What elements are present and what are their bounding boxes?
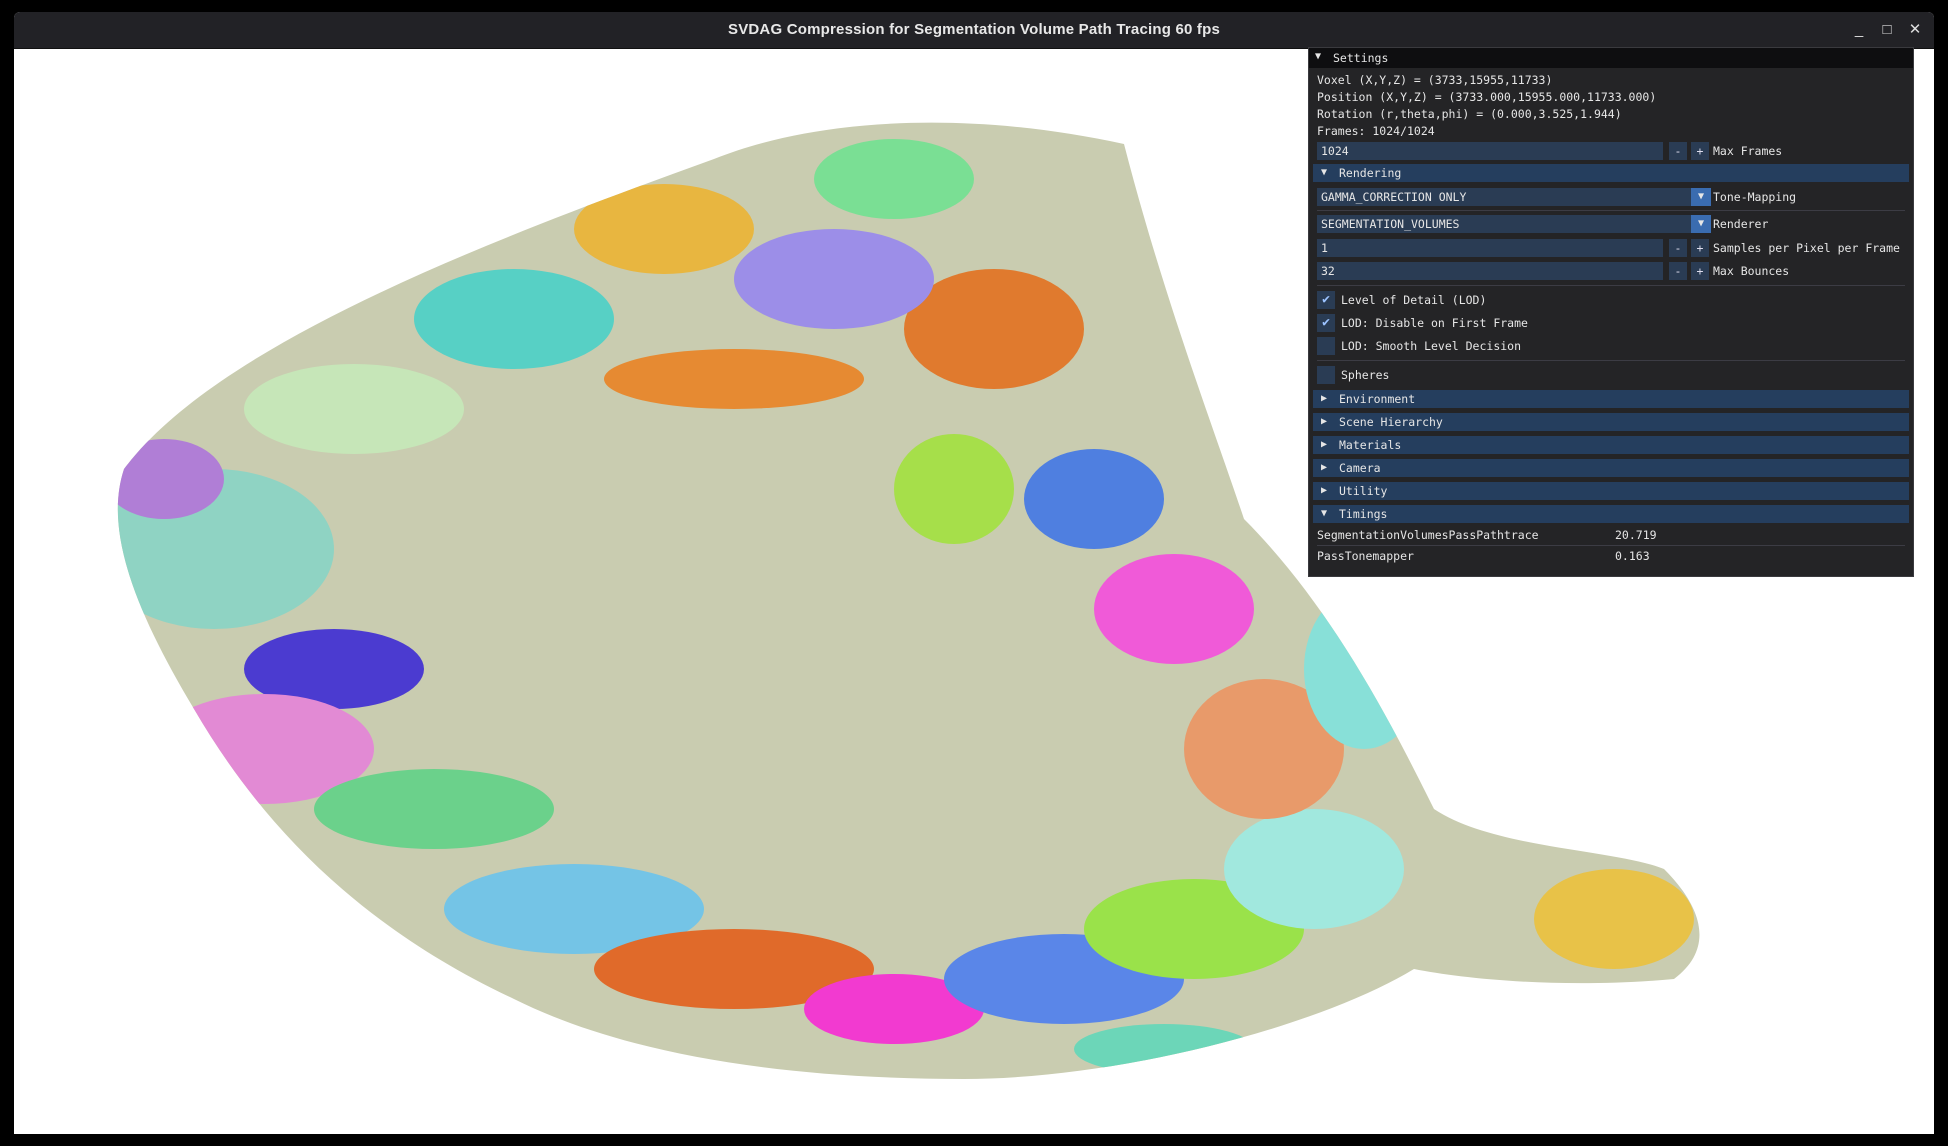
section-environment[interactable]: ▶ Environment — [1313, 390, 1909, 408]
max-frames-decrement-button[interactable]: - — [1669, 142, 1687, 160]
max-bounces-label: Max Bounces — [1713, 264, 1790, 278]
tone-mapping-label: Tone-Mapping — [1713, 190, 1797, 204]
max-bounces-decrement-button[interactable]: - — [1669, 262, 1687, 280]
renderer-select[interactable]: SEGMENTATION_VOLUMES — [1317, 215, 1705, 233]
close-icon[interactable]: ✕ — [1902, 17, 1928, 43]
settings-panel: ▼ Settings Voxel (X,Y,Z) = (3733,15955,1… — [1308, 47, 1914, 577]
collapse-arrow-icon: ▼ — [1321, 167, 1328, 178]
section-label: Scene Hierarchy — [1339, 415, 1443, 429]
section-scene-hierarchy[interactable]: ▶ Scene Hierarchy — [1313, 413, 1909, 431]
spp-increment-button[interactable]: + — [1691, 239, 1709, 257]
expand-arrow-icon: ▶ — [1321, 462, 1328, 473]
section-timings[interactable]: ▼ Timings — [1313, 505, 1909, 523]
lod-smooth-checkbox[interactable] — [1317, 337, 1335, 355]
minimize-icon[interactable]: _ — [1846, 17, 1872, 43]
chevron-down-icon[interactable]: ▼ — [1691, 188, 1711, 206]
spheres-label: Spheres — [1341, 368, 1390, 382]
section-materials[interactable]: ▶ Materials — [1313, 436, 1909, 454]
expand-arrow-icon: ▶ — [1321, 416, 1328, 427]
lod-first-frame-checkbox[interactable]: ✔ — [1317, 314, 1335, 332]
max-frames-increment-button[interactable]: + — [1691, 142, 1709, 160]
max-frames-input[interactable]: 1024 — [1317, 142, 1663, 160]
voxel-readout: Voxel (X,Y,Z) = (3733,15955,11733) — [1317, 73, 1553, 87]
collapse-arrow-icon: ▼ — [1315, 51, 1322, 62]
divider — [1317, 545, 1905, 546]
section-label: Utility — [1339, 484, 1388, 498]
collapse-arrow-icon: ▼ — [1321, 508, 1328, 519]
divider — [1317, 285, 1905, 286]
section-rendering[interactable]: ▼ Rendering — [1313, 164, 1909, 182]
frames-readout: Frames: 1024/1024 — [1317, 124, 1435, 138]
expand-arrow-icon: ▶ — [1321, 393, 1328, 404]
section-rendering-label: Rendering — [1339, 166, 1402, 180]
chevron-down-icon[interactable]: ▼ — [1691, 215, 1711, 233]
lod-smooth-label: LOD: Smooth Level Decision — [1341, 339, 1522, 353]
expand-arrow-icon: ▶ — [1321, 439, 1328, 450]
section-timings-label: Timings — [1339, 507, 1388, 521]
section-label: Materials — [1339, 438, 1402, 452]
renderer-label: Renderer — [1713, 217, 1769, 231]
section-utility[interactable]: ▶ Utility — [1313, 482, 1909, 500]
maximize-icon[interactable]: □ — [1874, 17, 1900, 43]
lod-label: Level of Detail (LOD) — [1341, 293, 1487, 307]
spheres-checkbox[interactable] — [1317, 366, 1335, 384]
section-label: Camera — [1339, 461, 1381, 475]
timing-value: 20.719 — [1615, 528, 1657, 542]
expand-arrow-icon: ▶ — [1321, 485, 1328, 496]
timing-value: 0.163 — [1615, 549, 1650, 563]
spp-decrement-button[interactable]: - — [1669, 239, 1687, 257]
divider — [1317, 360, 1905, 361]
app-window: SVDAG Compression for Segmentation Volum… — [14, 12, 1934, 1134]
title-bar[interactable]: SVDAG Compression for Segmentation Volum… — [14, 12, 1934, 49]
tone-mapping-select[interactable]: GAMMA_CORRECTION ONLY — [1317, 188, 1705, 206]
divider — [1317, 210, 1905, 211]
section-label: Environment — [1339, 392, 1416, 406]
settings-header[interactable]: ▼ Settings — [1309, 48, 1913, 68]
settings-title: Settings — [1333, 51, 1389, 65]
lod-first-frame-label: LOD: Disable on First Frame — [1341, 316, 1528, 330]
max-frames-label: Max Frames — [1713, 144, 1783, 158]
position-readout: Position (X,Y,Z) = (3733.000,15955.000,1… — [1317, 90, 1657, 104]
rotation-readout: Rotation (r,theta,phi) = (0.000,3.525,1.… — [1317, 107, 1622, 121]
section-camera[interactable]: ▶ Camera — [1313, 459, 1909, 477]
lod-checkbox[interactable]: ✔ — [1317, 291, 1335, 309]
timing-name: PassTonemapper — [1317, 549, 1414, 563]
window-title: SVDAG Compression for Segmentation Volum… — [727, 21, 1220, 38]
spp-label: Samples per Pixel per Frame — [1713, 241, 1900, 255]
max-bounces-increment-button[interactable]: + — [1691, 262, 1709, 280]
max-bounces-input[interactable]: 32 — [1317, 262, 1663, 280]
timing-name: SegmentationVolumesPassPathtrace — [1317, 528, 1539, 542]
spp-input[interactable]: 1 — [1317, 239, 1663, 257]
